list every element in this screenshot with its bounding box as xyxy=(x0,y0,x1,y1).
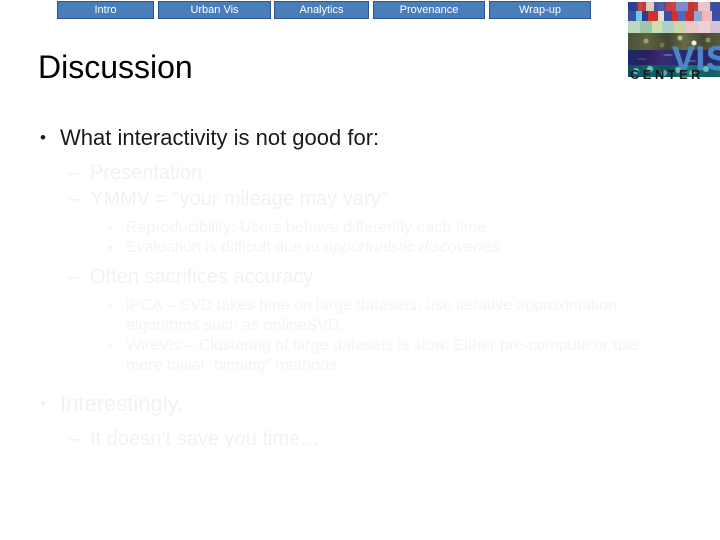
top-navigation-bar: Intro Urban Vis Analytics Provenance Wra… xyxy=(0,0,720,22)
vis-center-logo: VIS CENTER xyxy=(628,2,720,82)
bullet-level1: • What interactivity is not good for: xyxy=(0,124,720,152)
logo-band-pastel-stripes-icon xyxy=(628,21,720,33)
nav-button-provenance[interactable]: Provenance xyxy=(373,1,485,19)
bullet-dot-icon: • xyxy=(108,338,113,353)
bullet-text: What interactivity is not good for: xyxy=(60,125,380,150)
bullet-level1: • Interestingly, xyxy=(0,390,720,418)
bullet-text: iPCA – SVD takes time on large datasets,… xyxy=(126,297,617,334)
bullet-text: Evaluation is difficult due to opportuni… xyxy=(126,238,508,258)
logo-center-wordmark: CENTER xyxy=(630,67,704,82)
bullet-text-post: .. xyxy=(499,239,509,256)
bullet-level3: • WireVis – Clustering of large datasets… xyxy=(0,336,720,376)
bullet-level3: • Evaluation is difficult due to opportu… xyxy=(0,238,720,258)
nav-button-intro[interactable]: Intro xyxy=(57,1,154,19)
bullet-dot-icon: • xyxy=(108,298,113,313)
bullet-level2: – Presentation xyxy=(0,160,720,186)
bullet-dash-icon: – xyxy=(68,162,80,184)
bullet-dot-icon: • xyxy=(108,240,113,255)
nav-button-wrap-up[interactable]: Wrap-up xyxy=(489,1,591,19)
bullet-level2: – Often sacrifices accuracy xyxy=(0,264,720,290)
nav-button-urban-vis[interactable]: Urban Vis xyxy=(158,1,271,19)
bullet-text: YMMV = “your mileage may vary” xyxy=(90,188,388,210)
bullet-dot-icon: • xyxy=(40,394,46,413)
bullet-text: WireVis – Clustering of large datasets i… xyxy=(126,337,639,374)
bullet-dot-icon: • xyxy=(108,220,113,235)
bullet-dash-icon: – xyxy=(68,266,80,288)
slide-body: • What interactivity is not good for: – … xyxy=(0,124,720,452)
bullet-dash-icon: – xyxy=(68,428,80,450)
bullet-text: It doesn’t save you time… xyxy=(90,428,321,450)
slide-title: Discussion xyxy=(38,49,193,85)
logo-band-colorblocks-overlay-icon xyxy=(628,2,720,11)
bullet-text: Interestingly, xyxy=(60,391,184,416)
bullet-text-emphasis: opportunistic discoveries xyxy=(324,239,500,256)
bullet-text: Reproducibility: Users behave differentl… xyxy=(126,219,491,236)
bullet-level2: – YMMV = “your mileage may vary” xyxy=(0,186,720,212)
bullet-dash-icon: – xyxy=(68,188,80,210)
bullet-text-pre: Evaluation is difficult due to xyxy=(126,239,325,256)
nav-button-analytics[interactable]: Analytics xyxy=(274,1,369,19)
bullet-level3: • iPCA – SVD takes time on large dataset… xyxy=(0,296,720,336)
bullet-dot-icon: • xyxy=(40,128,46,147)
bullet-text: Often sacrifices accuracy xyxy=(90,266,314,288)
bullet-level3: • Reproducibility: Users behave differen… xyxy=(0,218,720,238)
bullet-level2: – It doesn’t save you time… xyxy=(0,426,720,452)
bullet-text: Presentation xyxy=(90,162,203,184)
